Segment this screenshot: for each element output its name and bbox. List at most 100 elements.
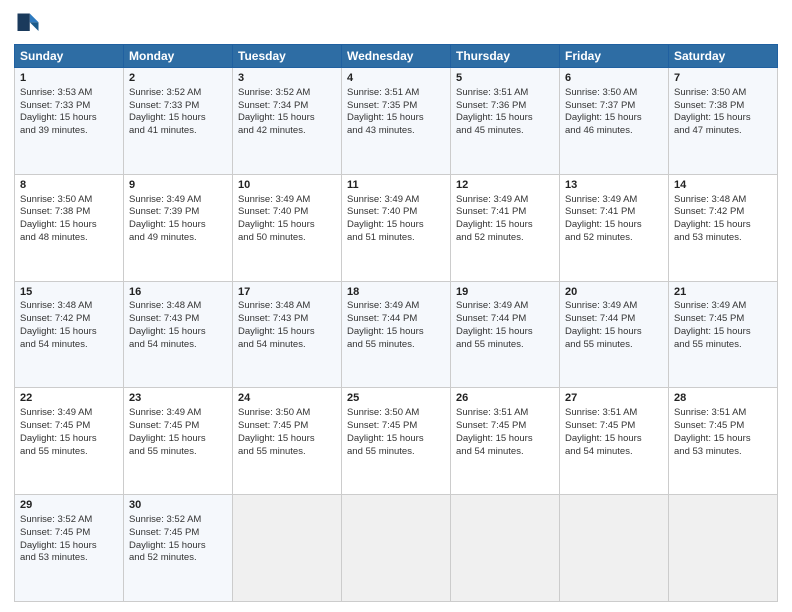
day-number: 14 <box>674 178 772 193</box>
day-info-line: and 41 minutes. <box>129 125 227 138</box>
calendar-week-row: 8Sunrise: 3:50 AMSunset: 7:38 PMDaylight… <box>15 174 778 281</box>
calendar-week-row: 22Sunrise: 3:49 AMSunset: 7:45 PMDayligh… <box>15 388 778 495</box>
day-number: 22 <box>20 391 118 406</box>
day-info-line: and 54 minutes. <box>456 446 554 459</box>
day-info-line: Sunset: 7:45 PM <box>565 420 663 433</box>
day-info-line: Daylight: 15 hours <box>20 112 118 125</box>
day-info-line: Sunrise: 3:48 AM <box>238 300 336 313</box>
calendar-day-cell: 28Sunrise: 3:51 AMSunset: 7:45 PMDayligh… <box>669 388 778 495</box>
day-info-line: and 55 minutes. <box>674 339 772 352</box>
day-number: 24 <box>238 391 336 406</box>
day-number: 25 <box>347 391 445 406</box>
day-info-line: Sunrise: 3:50 AM <box>674 87 772 100</box>
day-info-line: Daylight: 15 hours <box>129 112 227 125</box>
day-number: 16 <box>129 285 227 300</box>
day-info-line: and 55 minutes. <box>347 339 445 352</box>
day-info-line: Daylight: 15 hours <box>238 433 336 446</box>
calendar-week-row: 1Sunrise: 3:53 AMSunset: 7:33 PMDaylight… <box>15 68 778 175</box>
day-info-line: Daylight: 15 hours <box>238 219 336 232</box>
day-info-line: Daylight: 15 hours <box>20 326 118 339</box>
calendar-day-header: Monday <box>124 45 233 68</box>
calendar-day-cell: 20Sunrise: 3:49 AMSunset: 7:44 PMDayligh… <box>560 281 669 388</box>
calendar-day-cell: 8Sunrise: 3:50 AMSunset: 7:38 PMDaylight… <box>15 174 124 281</box>
day-info-line: Daylight: 15 hours <box>129 540 227 553</box>
day-info-line: Sunrise: 3:49 AM <box>129 407 227 420</box>
day-info-line: Daylight: 15 hours <box>456 326 554 339</box>
calendar-day-cell: 16Sunrise: 3:48 AMSunset: 7:43 PMDayligh… <box>124 281 233 388</box>
calendar-day-cell: 6Sunrise: 3:50 AMSunset: 7:37 PMDaylight… <box>560 68 669 175</box>
day-info-line: Sunset: 7:33 PM <box>129 100 227 113</box>
logo <box>14 10 44 38</box>
day-number: 4 <box>347 71 445 86</box>
day-info-line: Daylight: 15 hours <box>20 219 118 232</box>
calendar-day-cell: 3Sunrise: 3:52 AMSunset: 7:34 PMDaylight… <box>233 68 342 175</box>
day-number: 1 <box>20 71 118 86</box>
day-info-line: Sunrise: 3:51 AM <box>456 87 554 100</box>
day-info-line: Sunrise: 3:53 AM <box>20 87 118 100</box>
calendar-day-cell: 23Sunrise: 3:49 AMSunset: 7:45 PMDayligh… <box>124 388 233 495</box>
calendar-day-cell: 14Sunrise: 3:48 AMSunset: 7:42 PMDayligh… <box>669 174 778 281</box>
day-info-line: Sunset: 7:43 PM <box>129 313 227 326</box>
day-info-line: Daylight: 15 hours <box>129 219 227 232</box>
day-info-line: Daylight: 15 hours <box>347 112 445 125</box>
calendar-day-header: Sunday <box>15 45 124 68</box>
day-info-line: Sunrise: 3:49 AM <box>456 194 554 207</box>
calendar-day-cell: 13Sunrise: 3:49 AMSunset: 7:41 PMDayligh… <box>560 174 669 281</box>
day-info-line: Sunrise: 3:49 AM <box>456 300 554 313</box>
calendar-day-cell: 25Sunrise: 3:50 AMSunset: 7:45 PMDayligh… <box>342 388 451 495</box>
day-info-line: Sunrise: 3:52 AM <box>129 514 227 527</box>
day-info-line: Sunset: 7:45 PM <box>129 420 227 433</box>
day-number: 13 <box>565 178 663 193</box>
day-number: 20 <box>565 285 663 300</box>
day-info-line: Sunrise: 3:51 AM <box>347 87 445 100</box>
day-info-line: Daylight: 15 hours <box>674 326 772 339</box>
calendar-empty-cell <box>560 495 669 602</box>
calendar-header-row: SundayMondayTuesdayWednesdayThursdayFrid… <box>15 45 778 68</box>
calendar-day-cell: 24Sunrise: 3:50 AMSunset: 7:45 PMDayligh… <box>233 388 342 495</box>
day-number: 17 <box>238 285 336 300</box>
calendar-table: SundayMondayTuesdayWednesdayThursdayFrid… <box>14 44 778 602</box>
day-number: 11 <box>347 178 445 193</box>
day-number: 7 <box>674 71 772 86</box>
day-info-line: Daylight: 15 hours <box>565 433 663 446</box>
day-info-line: and 55 minutes. <box>565 339 663 352</box>
calendar-day-cell: 2Sunrise: 3:52 AMSunset: 7:33 PMDaylight… <box>124 68 233 175</box>
day-info-line: Sunset: 7:45 PM <box>129 527 227 540</box>
page: SundayMondayTuesdayWednesdayThursdayFrid… <box>0 0 792 612</box>
day-info-line: Sunset: 7:44 PM <box>565 313 663 326</box>
day-info-line: Sunset: 7:38 PM <box>674 100 772 113</box>
day-info-line: Sunset: 7:45 PM <box>238 420 336 433</box>
day-info-line: Daylight: 15 hours <box>347 326 445 339</box>
calendar-day-cell: 4Sunrise: 3:51 AMSunset: 7:35 PMDaylight… <box>342 68 451 175</box>
logo-icon <box>14 10 42 38</box>
calendar-day-cell: 10Sunrise: 3:49 AMSunset: 7:40 PMDayligh… <box>233 174 342 281</box>
day-info-line: Sunset: 7:45 PM <box>674 313 772 326</box>
calendar-day-cell: 9Sunrise: 3:49 AMSunset: 7:39 PMDaylight… <box>124 174 233 281</box>
day-info-line: Sunset: 7:39 PM <box>129 206 227 219</box>
calendar-day-cell: 7Sunrise: 3:50 AMSunset: 7:38 PMDaylight… <box>669 68 778 175</box>
day-info-line: and 48 minutes. <box>20 232 118 245</box>
day-info-line: Sunrise: 3:49 AM <box>347 300 445 313</box>
day-info-line: Sunset: 7:41 PM <box>565 206 663 219</box>
day-info-line: Sunset: 7:45 PM <box>20 527 118 540</box>
day-info-line: Sunset: 7:45 PM <box>347 420 445 433</box>
calendar-day-header: Saturday <box>669 45 778 68</box>
day-info-line: and 53 minutes. <box>20 552 118 565</box>
day-info-line: Daylight: 15 hours <box>565 112 663 125</box>
day-info-line: Daylight: 15 hours <box>456 112 554 125</box>
day-info-line: Sunset: 7:43 PM <box>238 313 336 326</box>
day-info-line: and 52 minutes. <box>456 232 554 245</box>
day-info-line: Daylight: 15 hours <box>238 112 336 125</box>
day-info-line: Sunrise: 3:49 AM <box>674 300 772 313</box>
day-info-line: and 55 minutes. <box>20 446 118 459</box>
calendar-day-cell: 5Sunrise: 3:51 AMSunset: 7:36 PMDaylight… <box>451 68 560 175</box>
day-number: 8 <box>20 178 118 193</box>
day-info-line: Sunset: 7:37 PM <box>565 100 663 113</box>
day-info-line: Daylight: 15 hours <box>674 112 772 125</box>
header <box>14 10 778 38</box>
day-number: 15 <box>20 285 118 300</box>
day-info-line: Daylight: 15 hours <box>674 219 772 232</box>
day-info-line: and 45 minutes. <box>456 125 554 138</box>
day-number: 6 <box>565 71 663 86</box>
calendar-day-cell: 17Sunrise: 3:48 AMSunset: 7:43 PMDayligh… <box>233 281 342 388</box>
